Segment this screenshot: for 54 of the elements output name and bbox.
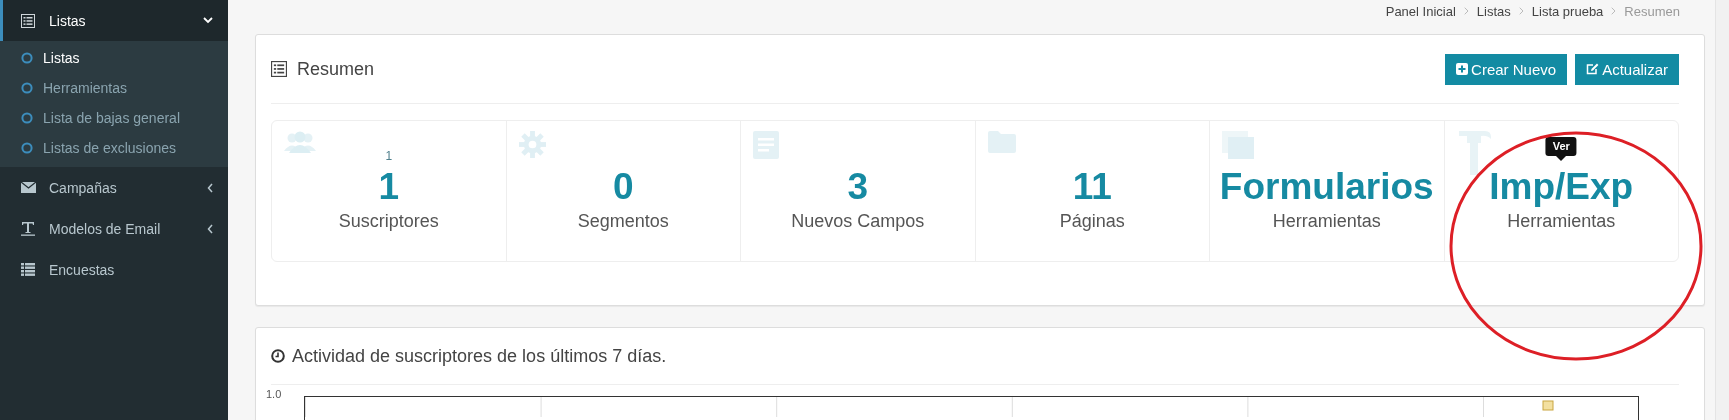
axis-tick-label: 1.0 xyxy=(265,388,283,400)
chevron-left-icon xyxy=(207,223,213,234)
sidebar-item[interactable]: Listas xyxy=(0,0,228,41)
sidebar-item[interactable]: Encuestas xyxy=(0,249,228,290)
stat-label: Nuevos Campos xyxy=(791,211,925,232)
stat-value[interactable]: 0 xyxy=(612,166,634,207)
list-icon xyxy=(21,13,35,28)
list-icon xyxy=(21,263,35,276)
chevron-right-icon xyxy=(1611,7,1617,15)
breadcrumb-current: Resumen xyxy=(1624,3,1680,19)
chevron-right-icon xyxy=(1463,7,1469,15)
submenu-item[interactable]: Herramientas xyxy=(0,73,228,103)
stat-label: Páginas xyxy=(1059,211,1125,232)
stat-value[interactable]: 1 xyxy=(378,166,400,207)
stat-label: Suscriptores xyxy=(338,211,439,232)
section-title: Resumen xyxy=(297,58,376,80)
circle-icon xyxy=(21,52,33,64)
breadcrumb-link[interactable]: Panel Inicial xyxy=(1385,3,1456,19)
circle-icon xyxy=(21,112,33,124)
circle-icon xyxy=(21,82,33,94)
toolbar-button[interactable]: Crear Nuevo xyxy=(1445,53,1568,85)
submenu-item[interactable]: Listas de exclusiones xyxy=(0,133,228,163)
stat-value[interactable]: Imp/Exp xyxy=(1489,166,1634,207)
list-icon xyxy=(271,61,287,77)
stat-label: Herramientas xyxy=(1272,211,1381,232)
chevron-right-icon xyxy=(1518,7,1524,15)
chevron-down-icon xyxy=(203,17,213,24)
stat-label: Segmentos xyxy=(577,211,669,232)
stat-label: Herramientas xyxy=(1507,211,1616,232)
section-title: Actividad de suscriptores de los últimos 7 días. xyxy=(292,345,667,367)
toolbar-button[interactable]: Actualizar xyxy=(1575,53,1679,85)
sidebar-item[interactable]: Modelos de Email xyxy=(0,208,228,249)
text-icon xyxy=(21,221,35,236)
plus-square-icon xyxy=(1456,63,1469,75)
windows-icon xyxy=(1222,131,1254,159)
edit-icon xyxy=(1586,63,1600,75)
tooltip: Ver xyxy=(1545,137,1577,156)
submenu-item[interactable]: Lista de bajas general xyxy=(0,103,228,133)
envelope-icon xyxy=(21,182,36,193)
submenu-item[interactable]: Listas xyxy=(0,43,228,73)
document-icon xyxy=(753,131,779,159)
hammer-icon xyxy=(1456,131,1491,175)
folder-icon xyxy=(987,131,1016,153)
clock-icon xyxy=(271,349,285,363)
circle-icon xyxy=(21,142,33,154)
chevron-left-icon xyxy=(207,182,213,193)
stat-value[interactable]: Formularios xyxy=(1219,166,1434,207)
breadcrumb-link[interactable]: Listas xyxy=(1476,3,1511,19)
stat-value[interactable]: 3 xyxy=(847,166,869,207)
sidebar-item[interactable]: Campañas xyxy=(0,167,228,208)
stat-value[interactable]: 11 xyxy=(1072,166,1112,207)
users-icon xyxy=(284,131,316,153)
breadcrumb-link[interactable]: Lista prueba xyxy=(1531,3,1604,19)
count-label: 1 xyxy=(385,149,393,163)
